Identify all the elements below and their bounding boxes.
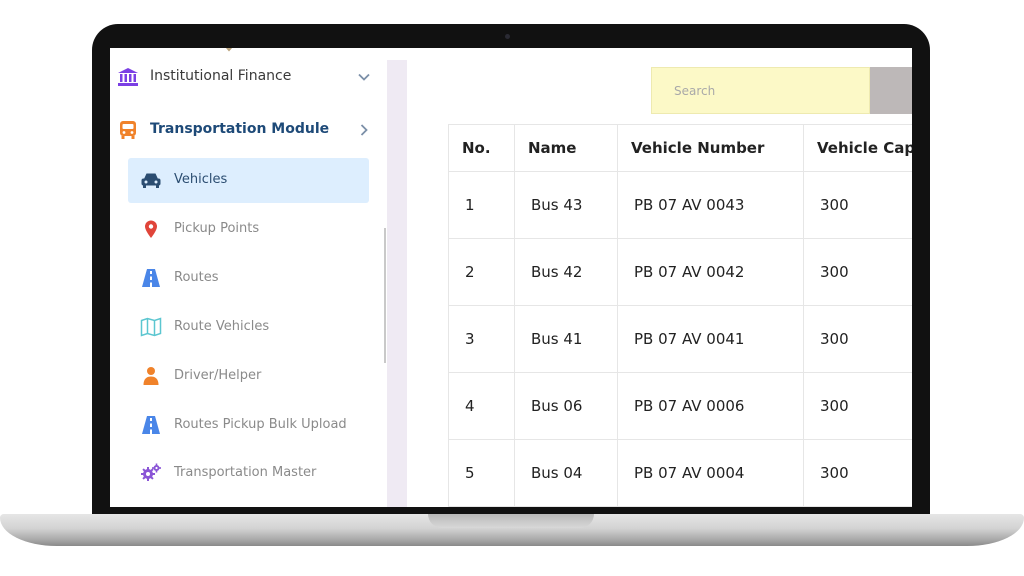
map-pin-icon bbox=[145, 220, 157, 238]
table-row[interactable]: 4 Bus 06 PB 07 AV 0006 300 bbox=[448, 372, 912, 440]
cell-name: Bus 04 bbox=[514, 439, 618, 507]
cell-vehicle-number: PB 07 AV 0043 bbox=[617, 171, 804, 239]
road-icon bbox=[142, 416, 160, 434]
sidebar-section-transportation-module[interactable]: Transportation Module bbox=[110, 112, 387, 148]
cell-vehicle-number: PB 07 AV 0041 bbox=[617, 305, 804, 373]
sidebar-item-routes-pickup-bulk-upload[interactable]: Routes Pickup Bulk Upload bbox=[128, 403, 369, 448]
chevron-right-icon[interactable] bbox=[356, 122, 372, 138]
cell-vehicle-capacity: 300 bbox=[803, 372, 912, 440]
map-icon bbox=[140, 317, 162, 337]
sidebar-item-pickup-points[interactable]: Pickup Points bbox=[128, 207, 369, 252]
cell-name: Bus 43 bbox=[514, 171, 618, 239]
gears-icon bbox=[141, 463, 161, 481]
sidebar-scrollbar[interactable] bbox=[384, 228, 386, 363]
search-input[interactable] bbox=[651, 67, 870, 114]
app-screen: Institutional Finance Transportation Mod… bbox=[110, 48, 912, 507]
sidebar: Institutional Finance Transportation Mod… bbox=[110, 48, 387, 507]
sidebar-section-institutional-finance[interactable]: Institutional Finance bbox=[110, 59, 387, 95]
sidebar-section-label: Institutional Finance bbox=[150, 68, 292, 84]
sidebar-item-routes[interactable]: Routes bbox=[128, 256, 369, 301]
cell-name: Bus 06 bbox=[514, 372, 618, 440]
cell-no: 2 bbox=[448, 238, 515, 306]
cell-vehicle-number: PB 07 AV 0006 bbox=[617, 372, 804, 440]
cell-no: 3 bbox=[448, 305, 515, 373]
cell-vehicle-number: PB 07 AV 0004 bbox=[617, 439, 804, 507]
bus-icon bbox=[120, 121, 136, 139]
sidebar-item-label: Driver/Helper bbox=[174, 368, 262, 383]
webcam bbox=[505, 34, 510, 39]
cell-empty bbox=[617, 506, 804, 507]
sidebar-item-driver-helper[interactable]: Driver/Helper bbox=[128, 354, 369, 399]
sidebar-item-label: Route Vehicles bbox=[174, 319, 270, 334]
table-header-row: No. Name Vehicle Number Vehicle Capa bbox=[448, 124, 912, 172]
sidebar-item-label: Transportation Master bbox=[174, 465, 317, 480]
sidebar-divider bbox=[387, 60, 407, 507]
cell-vehicle-capacity: 300 bbox=[803, 439, 912, 507]
cell-vehicle-capacity: 300 bbox=[803, 171, 912, 239]
sidebar-item-vehicles[interactable]: Vehicles bbox=[128, 158, 369, 203]
table-row[interactable]: 2 Bus 42 PB 07 AV 0042 300 bbox=[448, 238, 912, 306]
sidebar-section-label: Transportation Module bbox=[150, 121, 330, 137]
table-row[interactable]: 1 Bus 43 PB 07 AV 0043 300 bbox=[448, 171, 912, 239]
road-icon bbox=[142, 269, 160, 287]
sidebar-item-label: Routes bbox=[174, 270, 219, 285]
table-row[interactable]: 3 Bus 41 PB 07 AV 0041 300 bbox=[448, 305, 912, 373]
cell-name: Bus 41 bbox=[514, 305, 618, 373]
vehicles-table-container: No. Name Vehicle Number Vehicle Capa 1 B… bbox=[448, 124, 912, 507]
cell-empty bbox=[448, 506, 515, 507]
chevron-down-icon[interactable] bbox=[356, 69, 372, 85]
column-header-no[interactable]: No. bbox=[448, 124, 515, 172]
column-header-vehicle-number[interactable]: Vehicle Number bbox=[617, 124, 804, 172]
cell-name: Bus 42 bbox=[514, 238, 618, 306]
sidebar-item-label: Routes Pickup Bulk Upload bbox=[174, 417, 347, 432]
column-header-name[interactable]: Name bbox=[514, 124, 618, 172]
bank-icon bbox=[118, 68, 138, 86]
table-row-partial bbox=[448, 506, 912, 507]
cell-empty bbox=[514, 506, 618, 507]
cell-no: 4 bbox=[448, 372, 515, 440]
search-button[interactable] bbox=[870, 67, 912, 114]
car-icon bbox=[141, 173, 161, 188]
sidebar-item-transportation-master[interactable]: Transportation Master bbox=[128, 451, 369, 496]
sidebar-item-label: Vehicles bbox=[174, 172, 228, 187]
cell-vehicle-capacity: 300 bbox=[803, 238, 912, 306]
sidebar-item-label: Pickup Points bbox=[174, 221, 260, 236]
laptop-frame: Institutional Finance Transportation Mod… bbox=[0, 0, 1024, 576]
table-row[interactable]: 5 Bus 04 PB 07 AV 0004 300 bbox=[448, 439, 912, 507]
sidebar-item-route-vehicles[interactable]: Route Vehicles bbox=[128, 305, 369, 350]
cell-no: 1 bbox=[448, 171, 515, 239]
cell-empty bbox=[803, 506, 912, 507]
laptop-notch bbox=[428, 514, 594, 528]
person-icon bbox=[143, 367, 159, 385]
vehicles-table: No. Name Vehicle Number Vehicle Capa 1 B… bbox=[448, 124, 912, 507]
column-header-vehicle-capacity[interactable]: Vehicle Capa bbox=[803, 124, 912, 172]
cell-no: 5 bbox=[448, 439, 515, 507]
logo-fragment-icon bbox=[225, 48, 233, 52]
cell-vehicle-number: PB 07 AV 0042 bbox=[617, 238, 804, 306]
cell-vehicle-capacity: 300 bbox=[803, 305, 912, 373]
